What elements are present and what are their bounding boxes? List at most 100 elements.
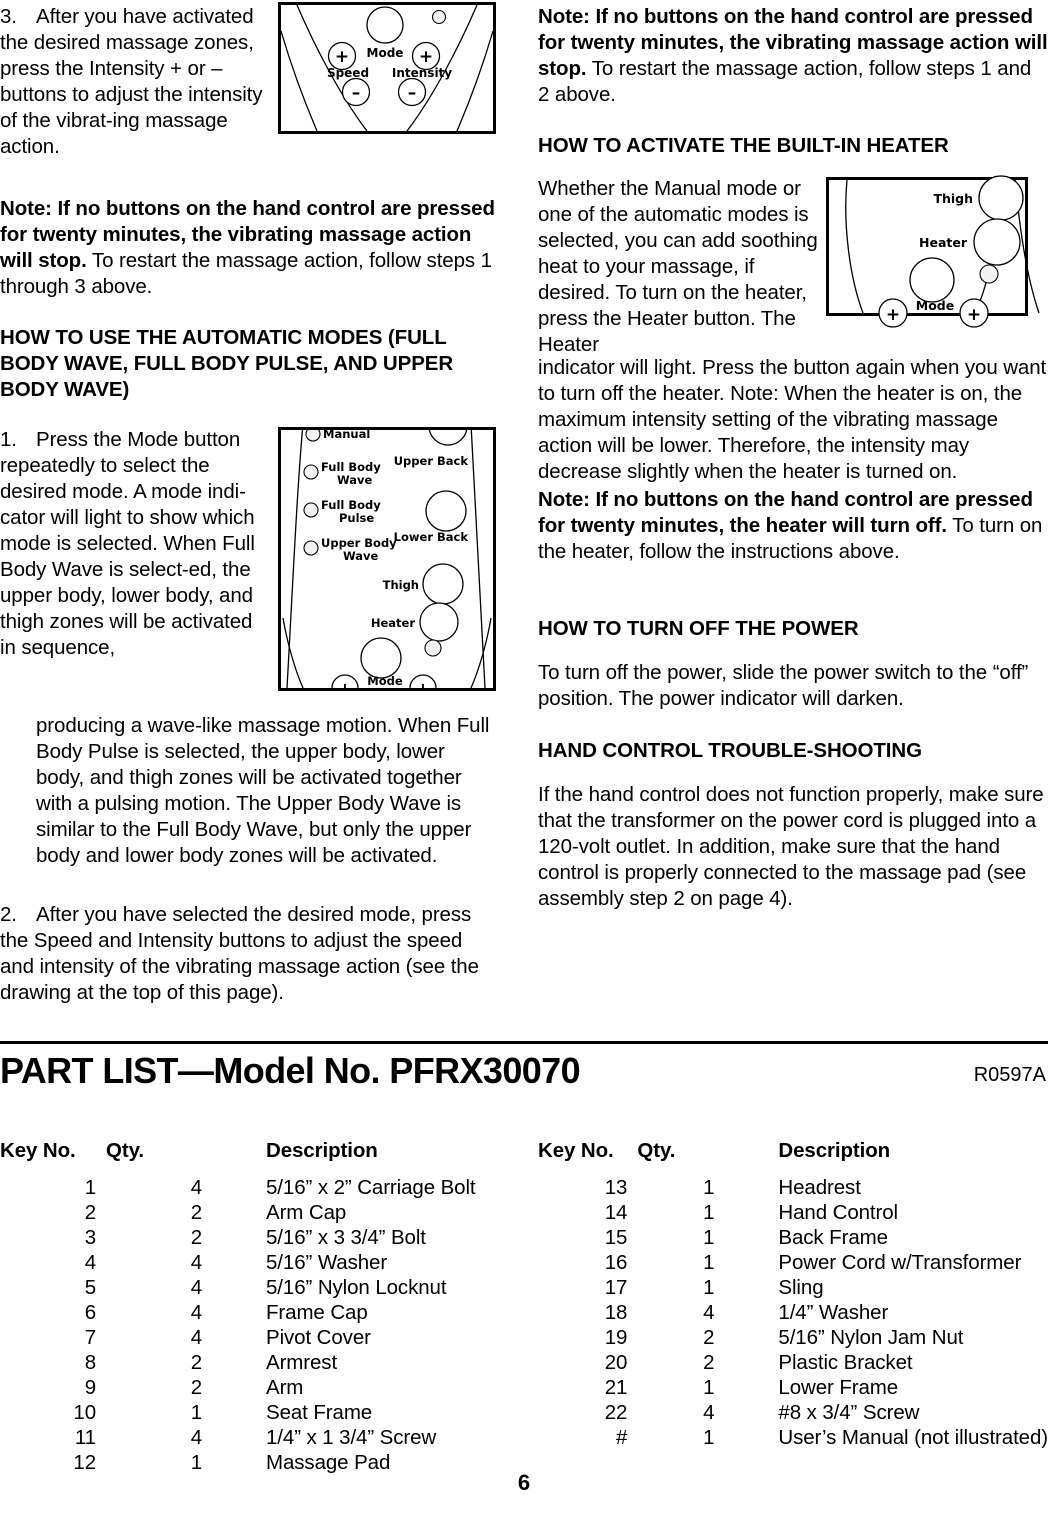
cell-description: Seat Frame xyxy=(266,1401,373,1424)
header-qty: Qty. xyxy=(637,1138,676,1162)
table-row: 9 2 Arm xyxy=(0,1375,476,1400)
heading-automatic-modes: HOW TO USE THE AUTOMATIC MODES (FULL BOD… xyxy=(0,326,454,401)
step-1-number: 1. xyxy=(0,428,17,451)
cell-description: Sling xyxy=(778,1276,824,1299)
fig3-label-mode: Mode xyxy=(916,298,954,313)
cell-description: Back Frame xyxy=(778,1226,888,1249)
table-row: 15 1 Back Frame xyxy=(538,1225,1048,1250)
cell-qty: 2 xyxy=(190,1226,202,1249)
svg-text:Pulse: Pulse xyxy=(339,511,374,525)
cell-key-no: 4 xyxy=(84,1251,96,1274)
cell-qty: 1 xyxy=(190,1401,202,1424)
cell-key-no: 16 xyxy=(604,1251,628,1274)
heater-paragraph-continued: indicator will light. Press the button a… xyxy=(538,356,1047,483)
table-row: 3 2 5/16” x 3 3/4” Bolt xyxy=(0,1225,476,1250)
table-header-row: Key No. Qty. Description xyxy=(0,1125,476,1175)
cell-description: Pivot Cover xyxy=(266,1326,371,1349)
cell-description: 1/4” x 1 3/4” Screw xyxy=(266,1426,437,1449)
table-row: 5 4 5/16” Nylon Locknut xyxy=(0,1275,476,1300)
header-description: Description xyxy=(266,1138,378,1162)
svg-text:+: + xyxy=(335,47,349,67)
cell-key-no: 15 xyxy=(604,1226,628,1249)
table-row: 11 4 1/4” x 1 3/4” Screw xyxy=(0,1425,476,1450)
fig1-label-speed: Speed xyxy=(327,66,369,80)
table-row: 14 1 Hand Control xyxy=(538,1200,1048,1225)
cell-qty: 4 xyxy=(703,1401,715,1424)
fig2-label-full-body-wave: Full Body xyxy=(321,460,381,474)
cell-description: 5/16” x 2” Carriage Bolt xyxy=(266,1176,476,1199)
cell-qty: 4 xyxy=(190,1251,202,1274)
part-list-left-body: 1 4 5/16” x 2” Carriage Bolt 2 2 Arm Cap 3 2 5/1… xyxy=(0,1175,476,1475)
table-row: 2 2 Arm Cap xyxy=(0,1200,476,1225)
cell-key-no: 20 xyxy=(604,1351,628,1374)
cell-key-no: 6 xyxy=(84,1301,96,1324)
cell-qty: 1 xyxy=(703,1426,715,1449)
step-3-text: After you have activated the desired mas… xyxy=(0,5,263,158)
fig2-label-thigh: Thigh xyxy=(383,578,419,592)
speed-intensity-diagram: + – + – Mode Speed Intensity xyxy=(281,5,493,131)
table-row: 19 2 5/16” Nylon Jam Nut xyxy=(538,1325,1048,1350)
cell-qty: 2 xyxy=(190,1201,202,1224)
table-row: 18 4 1/4” Washer xyxy=(538,1300,1048,1325)
part-list-table-right: Key No. Qty. Description 13 1 Headrest 14 1 H… xyxy=(538,1125,1048,1450)
cell-qty: 1 xyxy=(703,1201,715,1224)
figure-heater-panel: + + Thigh Heater Mode xyxy=(826,175,1040,328)
header-description: Description xyxy=(778,1138,891,1162)
page-number: 6 xyxy=(517,1470,531,1495)
part-list-title: PART LIST—Model No. PFRX30070 xyxy=(0,1050,581,1091)
cell-key-no: 17 xyxy=(604,1276,628,1299)
step-3: 3. After you have activated the desired … xyxy=(0,4,268,160)
table-header-row: Key No. Qty. Description xyxy=(538,1125,1048,1175)
fig3-label-thigh: Thigh xyxy=(933,191,973,206)
svg-text:Wave: Wave xyxy=(337,473,373,487)
table-row: #1 User’s Manual (not illustrated) xyxy=(538,1425,1048,1450)
cell-key-no: 5 xyxy=(84,1276,96,1299)
cell-qty: 2 xyxy=(190,1351,202,1374)
cell-description: 5/16” Nylon Locknut xyxy=(266,1276,447,1299)
step-2-text: After you have selected the desired mode… xyxy=(0,903,479,1004)
power-off-paragraph: To turn off the power, slide the power s… xyxy=(538,661,1029,710)
cell-qty: 2 xyxy=(190,1376,202,1399)
step-1: 1. Press the Mode button repeatedly to s… xyxy=(0,427,268,661)
cell-description: 5/16” Washer xyxy=(266,1251,388,1274)
step-2: 2. After you have selected the desired m… xyxy=(0,902,497,1006)
svg-text:–: – xyxy=(352,83,361,103)
step-1-text-continued: producing a wave-like massage motion. Wh… xyxy=(36,714,490,867)
table-row: 6 4 Frame Cap xyxy=(0,1300,476,1325)
cell-key-no: 8 xyxy=(84,1351,96,1374)
fig2-label-upper-back: Upper Back xyxy=(394,454,469,468)
right-note-2: Note: If no buttons on the hand control … xyxy=(538,487,1048,565)
heading-turn-off-power: HOW TO TURN OFF THE POWER xyxy=(538,617,859,640)
table-row: 17 1 Sling xyxy=(538,1275,1048,1300)
cell-qty: 1 xyxy=(703,1376,715,1399)
left-note-1: Note: If no buttons on the hand control … xyxy=(0,196,497,300)
mode-zone-diagram: + + Manual Full Body Wave Full Body Puls… xyxy=(282,430,492,688)
cell-description: Plastic Bracket xyxy=(778,1351,913,1374)
cell-key-no: 21 xyxy=(604,1376,628,1399)
cell-key-no: 18 xyxy=(604,1301,628,1324)
right-note-1: Note: If no buttons on the hand control … xyxy=(538,4,1048,108)
fig1-label-mode: Mode xyxy=(367,46,404,60)
svg-text:+: + xyxy=(338,679,351,688)
cell-qty: 4 xyxy=(190,1176,202,1199)
cell-qty: 4 xyxy=(190,1426,202,1449)
table-row: 8 2 Armrest xyxy=(0,1350,476,1375)
fig3-label-heater: Heater xyxy=(919,235,968,250)
figure-mode-zone-panel: + + Manual Full Body Wave Full Body Puls… xyxy=(278,427,496,691)
heater-diagram: + + Thigh Heater Mode xyxy=(845,175,1040,328)
cell-description: Armrest xyxy=(266,1351,338,1374)
cell-description: Hand Control xyxy=(778,1201,898,1224)
fig1-label-intensity: Intensity xyxy=(392,66,452,80)
table-row: 7 4 Pivot Cover xyxy=(0,1325,476,1350)
table-row: 21 1 Lower Frame xyxy=(538,1375,1048,1400)
cell-key-no: 3 xyxy=(84,1226,96,1249)
cell-description: Lower Frame xyxy=(778,1376,899,1399)
figure-speed-intensity-panel: + – + – Mode Speed Intensity xyxy=(278,2,496,134)
cell-key-no: 1 xyxy=(84,1176,96,1199)
heading-built-in-heater: HOW TO ACTIVATE THE BUILT-IN HEATER xyxy=(538,134,949,157)
table-row: 22 4 #8 x 3/4” Screw xyxy=(538,1400,1048,1425)
cell-qty: 4 xyxy=(703,1301,715,1324)
table-row: 4 4 5/16” Washer xyxy=(0,1250,476,1275)
step-2-number: 2. xyxy=(0,903,17,926)
cell-description: Arm xyxy=(266,1376,304,1399)
